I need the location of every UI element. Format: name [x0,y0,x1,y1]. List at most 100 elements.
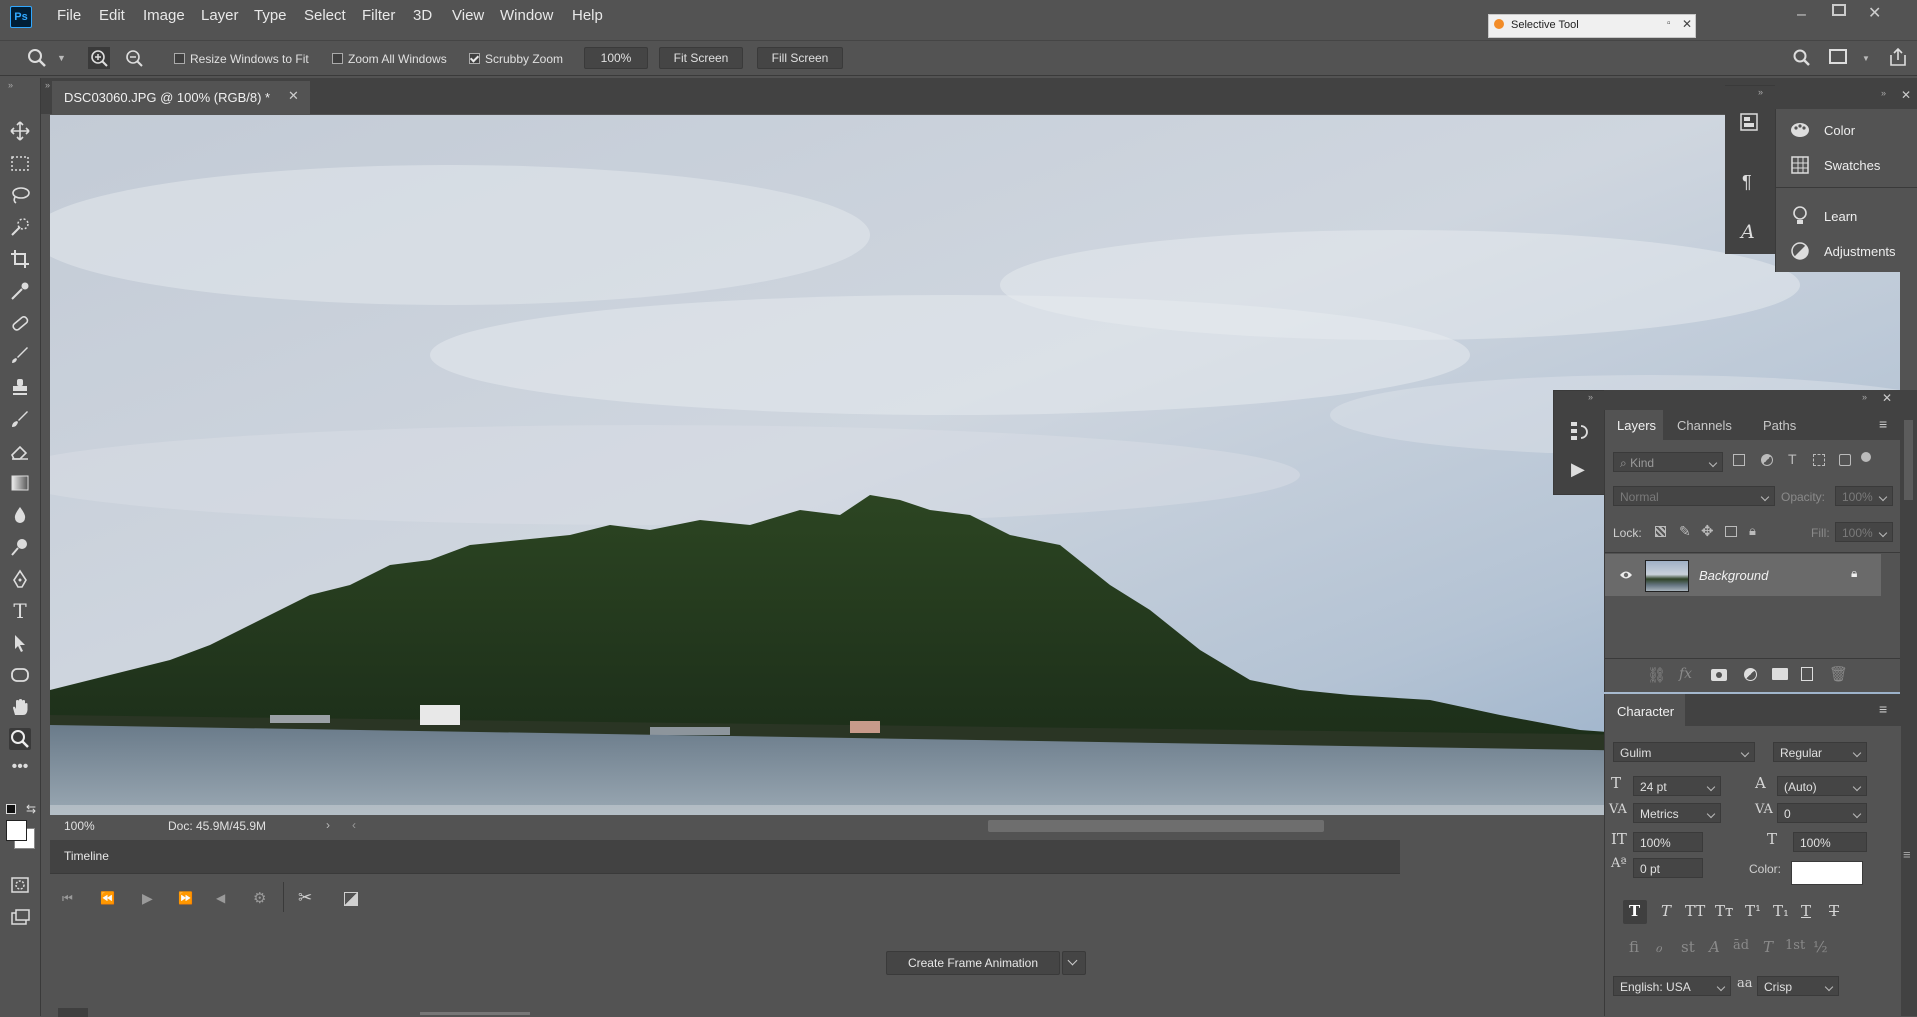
menu-filter[interactable]: Filter [362,7,395,24]
collapse-layers-icon[interactable]: » [1862,392,1867,402]
ligatures-button[interactable]: ﬁ [1629,938,1639,956]
delete-layer-trash-icon[interactable]: 🗑︎ [1829,665,1848,683]
add-mask-icon[interactable] [1711,669,1727,681]
paragraph-icon[interactable]: ¶ [1742,172,1752,193]
dodge-tool-icon[interactable] [9,536,31,558]
zoom-tool-icon[interactable] [26,47,48,69]
status-zoom[interactable]: 100% [64,819,95,833]
search-icon[interactable] [1792,48,1812,68]
menu-3d[interactable]: 3D [413,7,432,24]
scroll-left-icon[interactable]: ‹ [352,818,356,832]
opacity-field[interactable]: 100% [1835,486,1893,506]
create-frame-animation-button[interactable]: Create Frame Animation [886,951,1060,975]
default-colors-icon[interactable] [6,804,16,814]
zoom-all-windows-checkbox[interactable]: Zoom All Windows [332,52,447,66]
kerning-select[interactable]: Metrics [1633,803,1721,823]
previous-frame-icon[interactable]: ⏪ [100,891,115,905]
scrubby-zoom-checkbox[interactable]: Scrubby Zoom [469,52,563,66]
leading-field[interactable]: (Auto) [1777,776,1867,796]
split-scissors-icon[interactable]: ✂ [298,888,312,908]
fractions-button[interactable]: ½ [1813,938,1828,956]
swatches-panel-item[interactable]: Swatches [1776,150,1917,180]
adjustments-panel-item[interactable]: Adjustments [1776,236,1917,266]
restore-window-icon[interactable] [1832,4,1846,16]
brush-tool-icon[interactable] [9,344,31,366]
fill-field[interactable]: 100% [1835,522,1893,542]
panel-menu-icon[interactable]: ≡ [1879,416,1887,432]
character-menu-icon[interactable]: ≡ [1879,701,1887,717]
panel-menu-icon[interactable]: ≡ [1903,847,1911,862]
tab-character[interactable]: Character [1605,694,1685,726]
titling-alternates-button[interactable]: T [1763,938,1773,956]
share-icon[interactable] [1888,46,1908,68]
zoom-out-icon[interactable] [123,47,145,69]
contextual-alternates-button[interactable]: ℴ [1655,938,1662,956]
antialias-select[interactable]: Crisp [1757,976,1839,996]
workspace-icon[interactable] [1829,49,1847,64]
subscript-button[interactable]: T₁ [1773,902,1789,920]
menu-help[interactable]: Help [572,7,603,24]
learn-panel-item[interactable]: Learn [1776,201,1917,231]
link-layers-icon[interactable]: ⛓ [1647,666,1666,684]
lasso-tool-icon[interactable] [9,184,31,206]
new-adjustment-layer-icon[interactable] [1744,668,1757,681]
healing-brush-tool-icon[interactable] [9,312,31,334]
language-select[interactable]: English: USA [1613,976,1731,996]
layer-name[interactable]: Background [1699,568,1768,583]
tracking-field[interactable]: 0 [1777,803,1867,823]
settings-icon[interactable]: ⚙ [253,889,266,907]
path-selection-tool-icon[interactable] [9,632,31,654]
close-layers-icon[interactable]: ✕ [1882,391,1892,405]
all-caps-button[interactable]: TT [1685,902,1705,920]
text-color-swatch[interactable] [1791,861,1863,885]
small-caps-button[interactable]: Tт [1715,902,1733,920]
document-tab[interactable]: DSC03060.JPG @ 100% (RGB/8) * ✕ [52,81,310,114]
layer-style-fx-icon[interactable]: fx [1679,666,1692,682]
lock-transparent-icon[interactable] [1655,526,1666,537]
menu-image[interactable]: Image [143,7,185,24]
new-group-folder-icon[interactable] [1772,668,1788,680]
chevron-down-icon[interactable]: ▼ [57,53,66,63]
status-arrow-icon[interactable]: › [326,818,330,832]
menu-file[interactable]: File [57,7,81,24]
layer-row-background[interactable]: Background 🔒︎ [1605,554,1881,596]
swap-colors-icon[interactable]: ⇆ [26,802,36,816]
clone-stamp-tool-icon[interactable] [9,376,31,398]
collapse-toolbar-icon[interactable]: » [8,80,13,90]
tab-layers[interactable]: Layers [1605,410,1663,440]
menu-edit[interactable]: Edit [99,7,125,24]
play-icon[interactable]: ▶ [142,890,153,907]
ordinals-button[interactable]: 1st [1785,938,1805,953]
fit-screen-button[interactable]: Fit Screen [659,47,743,69]
crop-tool-icon[interactable] [9,248,31,270]
properties-icon[interactable] [1740,113,1758,131]
hand-tool-icon[interactable] [9,696,31,718]
discretionary-ligatures-button[interactable]: st [1681,938,1695,956]
font-size-field[interactable]: 24 pt [1633,776,1721,796]
vertical-scale-field[interactable]: 100% [1633,832,1703,852]
first-frame-icon[interactable]: ⏮ [62,891,73,906]
move-tool-icon[interactable] [9,120,31,142]
history-icon[interactable] [1570,421,1590,441]
screen-mode-icon[interactable] [9,906,31,928]
lock-artboard-icon[interactable] [1725,526,1737,537]
selective-tool-window[interactable]: Selective Tool ▫ ✕ [1488,14,1696,38]
timeline-zoom-slider[interactable] [420,1012,530,1015]
more-tools-icon[interactable]: ••• [9,759,31,782]
pen-tool-icon[interactable] [9,568,31,590]
blur-tool-icon[interactable] [9,504,31,526]
close-document-icon[interactable]: ✕ [288,88,299,104]
transition-icon[interactable] [344,892,358,906]
eraser-tool-icon[interactable] [9,440,31,462]
smart-object-filter-icon[interactable] [1839,454,1851,466]
pixel-filter-icon[interactable] [1733,454,1745,466]
fill-screen-button[interactable]: Fill Screen [757,47,843,69]
lock-all-icon[interactable]: 🔒︎ [1749,523,1756,539]
expand-dock-icon[interactable]: » [1758,87,1763,97]
blend-mode-select[interactable]: Normal [1613,486,1775,506]
swash-button[interactable]: A [1709,938,1720,956]
restore-icon[interactable]: ▫ [1667,18,1671,29]
rectangle-tool-icon[interactable] [9,664,31,686]
zoom-in-icon[interactable] [88,47,110,69]
next-frame-icon[interactable]: ⏩ [178,891,193,905]
